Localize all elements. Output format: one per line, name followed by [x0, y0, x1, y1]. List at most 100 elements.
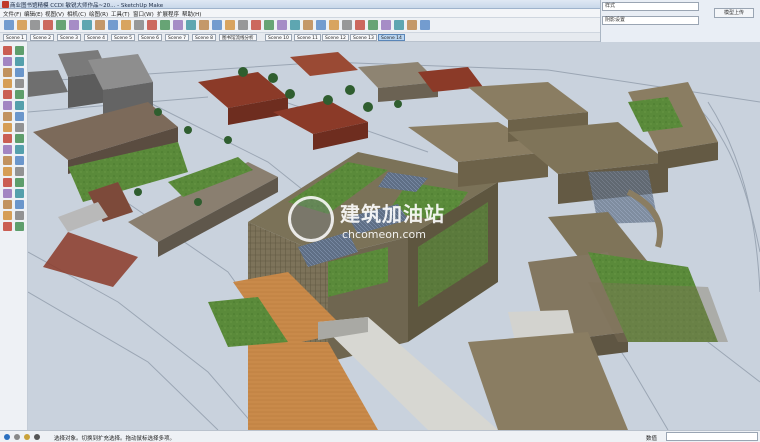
- zoom-icon[interactable]: [3, 189, 12, 198]
- menu-help[interactable]: 帮助(H): [182, 10, 201, 18]
- left-view-icon[interactable]: [381, 20, 391, 30]
- tab-scene-library-flow[interactable]: 图书馆流线分析: [219, 34, 257, 41]
- iso-view-icon[interactable]: [316, 20, 326, 30]
- tab-scene-10[interactable]: Scene 10: [265, 34, 292, 41]
- style-shaded-icon[interactable]: [277, 20, 287, 30]
- right-view-icon[interactable]: [355, 20, 365, 30]
- save-icon[interactable]: [30, 20, 40, 30]
- freehand-icon[interactable]: [15, 68, 24, 77]
- follow-me-icon[interactable]: [15, 123, 24, 132]
- text-icon[interactable]: [15, 156, 24, 165]
- style-wire-icon[interactable]: [251, 20, 261, 30]
- help-icon[interactable]: [34, 434, 40, 440]
- menu-edit[interactable]: 编辑(E): [24, 10, 43, 18]
- menu-window[interactable]: 窗口(W): [133, 10, 154, 18]
- move-icon[interactable]: [3, 112, 12, 121]
- styles-panel-header[interactable]: 样式: [602, 2, 699, 11]
- offset-icon[interactable]: [15, 134, 24, 143]
- print-icon[interactable]: [121, 20, 131, 30]
- tab-scene-5[interactable]: Scene 5: [111, 34, 136, 41]
- tab-scene-11[interactable]: Scene 11: [294, 34, 321, 41]
- look-around-icon[interactable]: [15, 211, 24, 220]
- undo-icon[interactable]: [95, 20, 105, 30]
- component-icon[interactable]: [15, 46, 24, 55]
- tab-scene-4[interactable]: Scene 4: [84, 34, 109, 41]
- pan-icon[interactable]: [147, 20, 157, 30]
- tab-scene-12[interactable]: Scene 12: [322, 34, 349, 41]
- walk-icon[interactable]: [186, 20, 196, 30]
- top-view-icon[interactable]: [329, 20, 339, 30]
- 3d-text-icon[interactable]: [15, 167, 24, 176]
- tab-scene-6[interactable]: Scene 6: [138, 34, 163, 41]
- front-view-icon[interactable]: [342, 20, 352, 30]
- orbit-icon[interactable]: [3, 178, 12, 187]
- section-icon[interactable]: [225, 20, 235, 30]
- rotated-rectangle-icon[interactable]: [15, 79, 24, 88]
- zoom-icon[interactable]: [160, 20, 170, 30]
- scene-tabs-bar: Scene 1 Scene 2 Scene 3 Scene 4 Scene 5 …: [0, 33, 600, 42]
- line-icon[interactable]: [3, 68, 12, 77]
- polygon-icon[interactable]: [15, 90, 24, 99]
- tab-scene-14[interactable]: Scene 14: [378, 34, 405, 41]
- dimension-icon[interactable]: [15, 145, 24, 154]
- cut-icon[interactable]: [43, 20, 53, 30]
- style-mono-icon[interactable]: [303, 20, 313, 30]
- push-pull-icon[interactable]: [15, 112, 24, 121]
- erase-icon[interactable]: [82, 20, 92, 30]
- eraser-icon[interactable]: [15, 57, 24, 66]
- redo-icon[interactable]: [108, 20, 118, 30]
- zoom-window-icon[interactable]: [15, 189, 24, 198]
- style-xray-icon[interactable]: [238, 20, 248, 30]
- tab-scene-7[interactable]: Scene 7: [165, 34, 190, 41]
- protractor-icon[interactable]: [3, 156, 12, 165]
- measurements-input[interactable]: [666, 432, 758, 441]
- style-texture-icon[interactable]: [290, 20, 300, 30]
- menu-camera[interactable]: 相机(C): [67, 10, 86, 18]
- menu-tools[interactable]: 工具(T): [111, 10, 130, 18]
- position-camera-icon[interactable]: [212, 20, 222, 30]
- menu-file[interactable]: 文件(F): [3, 10, 21, 18]
- back-view-icon[interactable]: [368, 20, 378, 30]
- previous-view-icon[interactable]: [15, 200, 24, 209]
- scale-icon[interactable]: [3, 134, 12, 143]
- zoom-extents-icon[interactable]: [173, 20, 183, 30]
- axes-icon[interactable]: [3, 167, 12, 176]
- extension-icon[interactable]: [407, 20, 417, 30]
- pan-icon[interactable]: [15, 178, 24, 187]
- menu-view[interactable]: 视图(V): [45, 10, 64, 18]
- rotate-icon[interactable]: [3, 123, 12, 132]
- model-viewport[interactable]: 建筑加油站 chcomeon.com: [28, 42, 760, 430]
- orbit-icon[interactable]: [134, 20, 144, 30]
- menu-extensions[interactable]: 扩展程序: [157, 10, 179, 18]
- shadows-panel-header[interactable]: 阴影设置: [602, 16, 699, 25]
- new-icon[interactable]: [4, 20, 14, 30]
- layout-icon[interactable]: [420, 20, 430, 30]
- tab-scene-3[interactable]: Scene 3: [57, 34, 82, 41]
- credits-icon[interactable]: [14, 434, 20, 440]
- pie-icon[interactable]: [15, 101, 24, 110]
- warehouse-icon[interactable]: [394, 20, 404, 30]
- menu-draw[interactable]: 绘图(R): [89, 10, 108, 18]
- tape-measure-icon[interactable]: [3, 145, 12, 154]
- tab-scene-1[interactable]: Scene 1: [3, 34, 28, 41]
- paste-icon[interactable]: [69, 20, 79, 30]
- paint-bucket-icon[interactable]: [3, 57, 12, 66]
- zoom-extents-icon[interactable]: [3, 200, 12, 209]
- select-icon[interactable]: [3, 46, 12, 55]
- style-hidden-icon[interactable]: [264, 20, 274, 30]
- tab-scene-2[interactable]: Scene 2: [30, 34, 55, 41]
- tab-scene-8[interactable]: Scene 8: [192, 34, 217, 41]
- tab-scene-13[interactable]: Scene 13: [350, 34, 377, 41]
- walk-icon[interactable]: [3, 222, 12, 231]
- rectangle-icon[interactable]: [3, 79, 12, 88]
- upload-model-button[interactable]: 模型上传: [714, 8, 754, 18]
- arc-icon[interactable]: [3, 101, 12, 110]
- look-icon[interactable]: [199, 20, 209, 30]
- circle-icon[interactable]: [3, 90, 12, 99]
- copy-icon[interactable]: [56, 20, 66, 30]
- open-icon[interactable]: [17, 20, 27, 30]
- user-icon[interactable]: [24, 434, 30, 440]
- section-plane-icon[interactable]: [15, 222, 24, 231]
- position-camera-icon[interactable]: [3, 211, 12, 220]
- geo-location-icon[interactable]: [4, 434, 10, 440]
